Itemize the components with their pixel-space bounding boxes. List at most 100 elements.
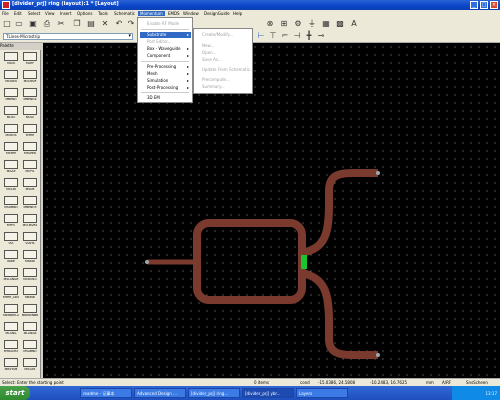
momentum-menu-item-box-waveguide[interactable]: Box - Waveguide ▸: [140, 46, 191, 52]
palette-item-mlef[interactable]: MLEF: [21, 52, 39, 70]
palette-item-mcfil[interactable]: MCFIL: [21, 160, 39, 178]
palette-item-mcurve[interactable]: MCURVE: [21, 70, 39, 88]
substrate-menu-item-open[interactable]: Open...: [196, 50, 250, 56]
var-icon[interactable]: ⊞: [279, 19, 289, 29]
substrate-menu-item-precompute[interactable]: Precompute...: [196, 77, 250, 83]
task-layers[interactable]: Layers: [296, 388, 348, 398]
momentum-menu-item-mesh[interactable]: Mesh ▸: [140, 71, 191, 77]
redo-icon[interactable]: ↷: [126, 19, 136, 29]
menu-options[interactable]: Options: [77, 11, 92, 16]
delete-icon[interactable]: ✕: [100, 19, 110, 29]
mlin-tool-icon[interactable]: ⊢: [256, 31, 266, 41]
menu-schematic[interactable]: Schematic: [114, 11, 135, 16]
palette-item-mlsc[interactable]: MLSC: [21, 106, 39, 124]
substrate-menu-item-update-from-schematic[interactable]: Update From Schematic...: [196, 67, 254, 73]
ground-icon[interactable]: ⏚: [307, 19, 317, 29]
mgap-tool-icon[interactable]: ⊸: [316, 31, 326, 41]
menu-tools[interactable]: Tools: [98, 11, 108, 16]
palette-item-mloc[interactable]: MLOC: [2, 106, 20, 124]
menu-help[interactable]: Help: [233, 11, 242, 16]
palette-item-mclin[interactable]: MCLIN: [2, 178, 20, 196]
momentum-menu-item-simulation[interactable]: Simulation ▸: [140, 78, 191, 84]
menu-emds[interactable]: EMDS: [168, 11, 180, 16]
layout-icon[interactable]: ▦: [321, 19, 331, 29]
task-readme[interactable]: readme - 记事本: [80, 388, 132, 398]
momentum-menu-item-enable-rf-mode[interactable]: Enable RF Mode: [140, 21, 191, 27]
copy-icon[interactable]: ❐: [72, 19, 82, 29]
new-icon[interactable]: □: [2, 19, 12, 29]
save-icon[interactable]: ▣: [28, 19, 38, 29]
menu-view[interactable]: View: [45, 11, 55, 16]
palette-item-viahs[interactable]: VIAHS: [21, 232, 39, 250]
palette-item-via[interactable]: VIA: [2, 232, 20, 250]
palette-item-mtee[interactable]: MTEE: [21, 124, 39, 142]
menu-momentum[interactable]: Momentum: [138, 11, 165, 16]
task-ring[interactable]: [divider_prj] ring...: [188, 388, 240, 398]
open-icon[interactable]: ▭: [14, 19, 24, 29]
palette-item-micap1[interactable]: MICAP1: [21, 358, 39, 376]
palette-item-mrind[interactable]: MRIND: [21, 286, 39, 304]
palette-item-mtaper[interactable]: MTAPER: [21, 142, 39, 160]
palette-item-msub[interactable]: MSUB: [21, 178, 39, 196]
palette-item-wire[interactable]: WIRE: [2, 250, 20, 268]
menu-file[interactable]: File: [2, 11, 9, 16]
task-ybr[interactable]: [divider_prj] ybr...: [242, 388, 294, 398]
grid-icon[interactable]: ▩: [335, 19, 345, 29]
palette-item-mcorn[interactable]: MCORN: [2, 70, 20, 88]
paste-icon[interactable]: ▤: [86, 19, 96, 29]
palette-item-mcroso[interactable]: MCROSO: [21, 268, 39, 286]
momentum-menu-item-port-editor[interactable]: Port Editor...: [140, 39, 191, 45]
palette-item-mtee_ads[interactable]: MTEE_ADS: [2, 286, 20, 304]
minimize-button[interactable]: _: [470, 1, 478, 9]
undo-icon[interactable]: ↶: [114, 19, 124, 29]
menu-select[interactable]: Select: [28, 11, 40, 16]
text-icon[interactable]: A: [349, 19, 359, 29]
mstep-tool-icon[interactable]: ⊣: [292, 31, 302, 41]
substrate-menu-item-new[interactable]: New...: [196, 43, 250, 49]
mcross-tool-icon[interactable]: ╋: [304, 31, 314, 41]
palette-item-mbend2[interactable]: MBEND2: [21, 88, 39, 106]
menu-edit[interactable]: Edit: [14, 11, 22, 16]
layout-canvas[interactable]: [43, 43, 500, 378]
mtee-tool-icon[interactable]: ⊤: [268, 31, 278, 41]
palette-item-mlin[interactable]: MLIN: [2, 52, 20, 70]
palette-item-mslange[interactable]: MSLANGE: [2, 268, 20, 286]
palette-item-mbend[interactable]: MBEND: [2, 88, 20, 106]
palette-item-mgap[interactable]: MGAP: [2, 160, 20, 178]
palette-item-mbend3[interactable]: MBEND3: [21, 196, 39, 214]
palette-item-mstep[interactable]: MSTEP: [2, 142, 20, 160]
palette-item-mtfc[interactable]: MTFC: [2, 214, 20, 232]
palette-library-select[interactable]: TLines-Microstrip ▾: [3, 33, 133, 40]
momentum-menu-item-substrate[interactable]: Substrate ▸: [140, 32, 191, 38]
port-icon[interactable]: ⊗: [265, 19, 275, 29]
task-ads[interactable]: Advanced Design ...: [134, 388, 186, 398]
palette-item-mlang6[interactable]: MLANG6: [21, 322, 39, 340]
substrate-menu-item-summary[interactable]: Summary...: [196, 84, 250, 90]
menu-insert[interactable]: Insert: [60, 11, 71, 16]
palette-item-mrindnbr[interactable]: MRINDNBR: [21, 304, 39, 322]
momentum-menu-item-post-processing[interactable]: Post-Processing ▸: [140, 85, 191, 91]
momentum-menu-item-3d-em[interactable]: 3D EM: [140, 95, 191, 101]
momentum-menu-item-pre-processing[interactable]: Pre-Processing ▸: [140, 64, 191, 70]
palette-item-msind[interactable]: MSIND: [21, 250, 39, 268]
maximize-button[interactable]: □: [480, 1, 488, 9]
substrate-menu-item-create-modify[interactable]: Create/Modify...: [196, 32, 250, 38]
palette-item-mtrace2[interactable]: MTRACE2: [2, 340, 20, 358]
palette-item-mcros[interactable]: MCROS: [2, 124, 20, 142]
palette-item-mlang[interactable]: MLANG: [2, 322, 20, 340]
print-icon[interactable]: ⎙: [42, 19, 52, 29]
menu-window[interactable]: Window: [183, 11, 199, 16]
palette-item-mcurve2[interactable]: MCURVE2: [21, 214, 39, 232]
palette-item-msobnd[interactable]: MSOBND: [2, 196, 20, 214]
cut-icon[interactable]: ✂: [56, 19, 66, 29]
menu-designguide[interactable]: DesignGuide: [204, 11, 230, 16]
palette-item-mrstub[interactable]: MRSTUB: [2, 358, 20, 376]
momentum-menu-item-component[interactable]: Component ▸: [140, 53, 191, 59]
simulate-icon[interactable]: ⚙: [293, 19, 303, 29]
close-button[interactable]: ×: [490, 1, 498, 9]
palette-item-mrindela[interactable]: MRINDELA: [2, 304, 20, 322]
substrate-menu-item-save-as[interactable]: Save As...: [196, 57, 250, 63]
start-button[interactable]: start: [0, 386, 30, 400]
mcorn-tool-icon[interactable]: ⌐: [280, 31, 290, 41]
palette-item-msabnd[interactable]: MSABND: [21, 340, 39, 358]
